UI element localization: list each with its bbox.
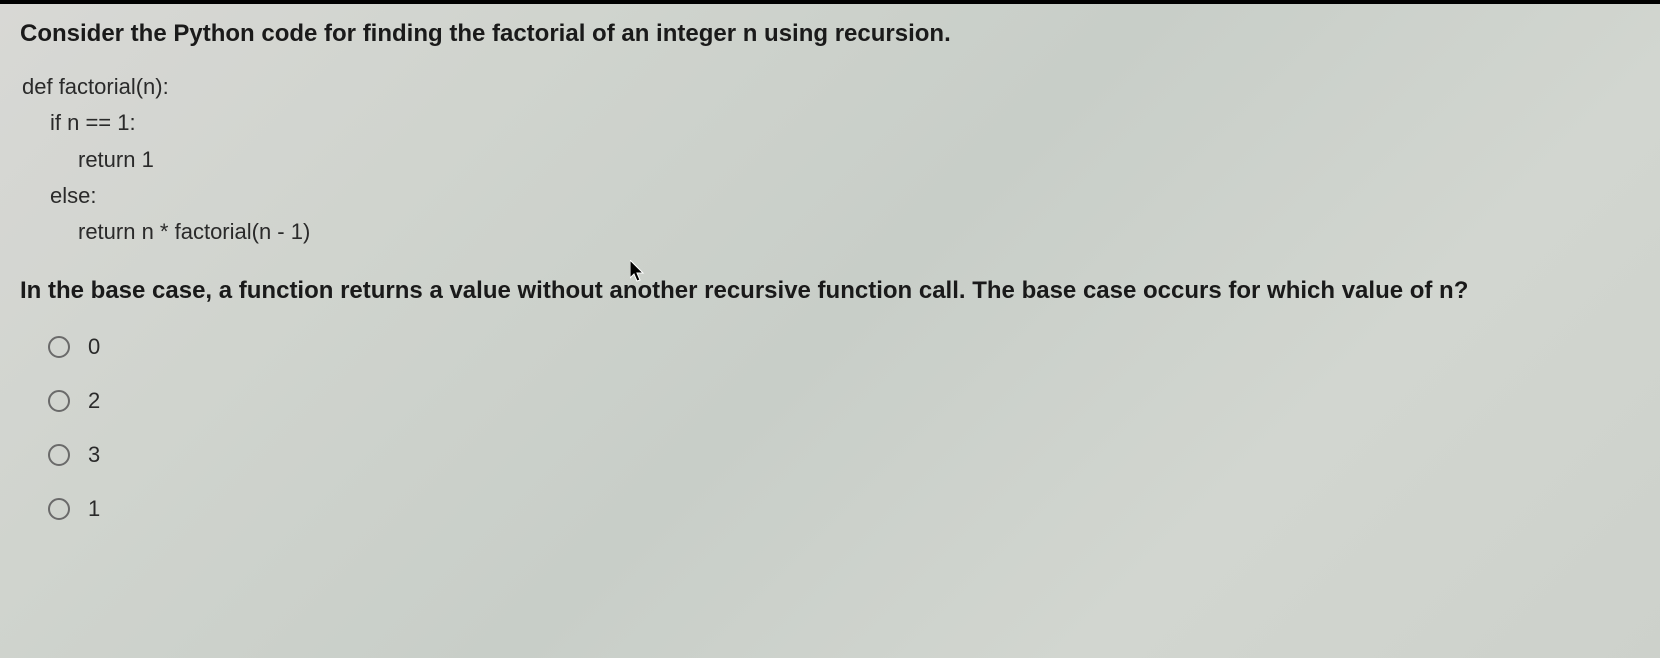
option-row-3[interactable]: 1	[48, 496, 1640, 522]
option-label: 2	[88, 388, 100, 414]
code-block: def factorial(n): if n == 1: return 1 el…	[22, 69, 1640, 250]
option-label: 1	[88, 496, 100, 522]
option-row-0[interactable]: 0	[48, 334, 1640, 360]
option-label: 0	[88, 334, 100, 360]
code-line-1: def factorial(n):	[22, 69, 1640, 105]
radio-icon[interactable]	[48, 444, 70, 466]
radio-icon[interactable]	[48, 336, 70, 358]
radio-icon[interactable]	[48, 498, 70, 520]
question-sub: In the base case, a function returns a v…	[20, 275, 1640, 306]
code-line-2: if n == 1:	[22, 105, 1640, 141]
options-list: 0 2 3 1	[48, 334, 1640, 522]
question-title: Consider the Python code for finding the…	[20, 18, 1640, 49]
code-line-5: return n * factorial(n - 1)	[22, 214, 1640, 250]
code-line-4: else:	[22, 178, 1640, 214]
code-line-3: return 1	[22, 142, 1640, 178]
option-label: 3	[88, 442, 100, 468]
radio-icon[interactable]	[48, 390, 70, 412]
option-row-1[interactable]: 2	[48, 388, 1640, 414]
option-row-2[interactable]: 3	[48, 442, 1640, 468]
